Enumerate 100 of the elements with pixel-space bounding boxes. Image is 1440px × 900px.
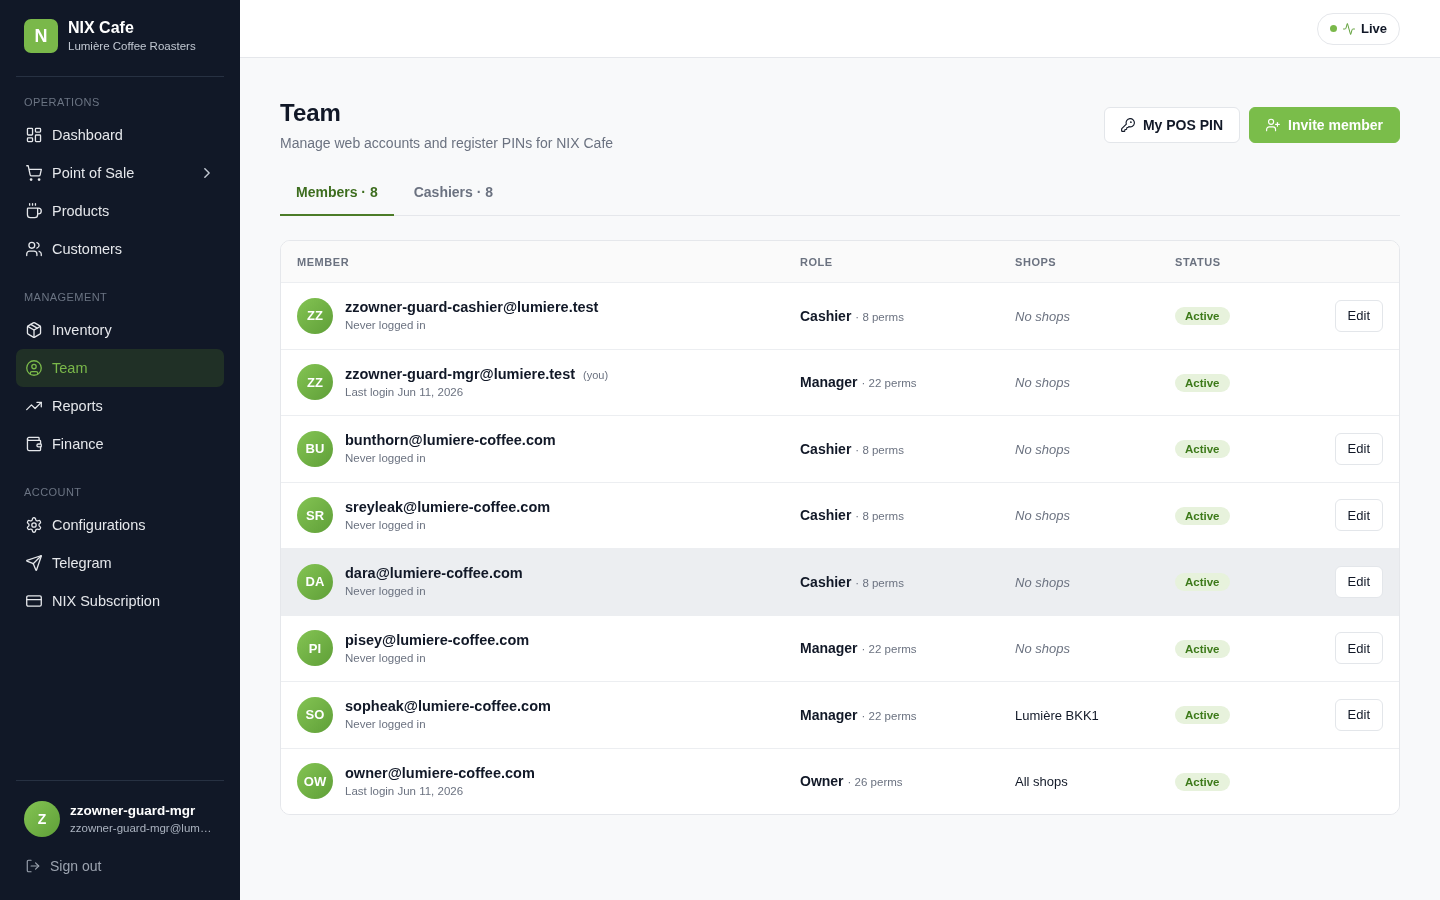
- wallet-icon: [26, 436, 42, 452]
- logo: N: [24, 19, 58, 53]
- card-icon: [26, 593, 42, 609]
- last-login: Last login Jun 11, 2026: [345, 783, 465, 799]
- nav-item[interactable]: Team: [16, 349, 224, 387]
- nav-item[interactable]: Dashboard: [16, 116, 224, 154]
- edit-button[interactable]: Edit: [1334, 698, 1383, 731]
- user-email: zzowner-guard-mgr@lum…: [70, 821, 212, 836]
- avatar: ZZ: [297, 364, 333, 401]
- member-email: zzowner-guard-cashier@lumiere.test: [345, 298, 599, 317]
- status-badge: Active: [1175, 373, 1230, 392]
- column-header: STATUS: [1175, 255, 1222, 268]
- key-icon: [1120, 118, 1135, 132]
- status-badge: Active: [1175, 440, 1230, 459]
- perm-count: · 22 perms: [861, 643, 917, 656]
- avatar: DA: [297, 563, 333, 600]
- last-login: Never logged in: [345, 584, 427, 600]
- brand-subtitle: Lumière Coffee Roasters: [68, 39, 196, 54]
- avatar: BU: [297, 430, 333, 467]
- avatar: PI: [297, 630, 333, 667]
- perm-count: · 8 perms: [855, 510, 904, 523]
- edit-button[interactable]: Edit: [1334, 432, 1383, 465]
- status-badge: Active: [1175, 573, 1230, 592]
- role-name: Cashier: [800, 573, 852, 590]
- role-name: Cashier: [800, 307, 852, 324]
- edit-button[interactable]: Edit: [1334, 565, 1383, 598]
- pin-button[interactable]: My POS PIN: [1103, 107, 1241, 143]
- role-name: Manager: [800, 374, 858, 391]
- edit-button[interactable]: Edit: [1334, 632, 1383, 665]
- shops-text: No shops: [1015, 641, 1070, 657]
- nav-item[interactable]: Telegram: [16, 544, 224, 582]
- column-header: SHOPS: [1015, 255, 1058, 268]
- member-email: sopheak@lumiere-coffee.com: [345, 697, 551, 716]
- brand-name: NIX Cafe: [68, 18, 135, 38]
- last-login: Never logged in: [345, 650, 427, 666]
- perm-count: · 22 perms: [861, 709, 917, 722]
- avatar: SO: [297, 696, 333, 733]
- page-subtitle: Manage web accounts and register PINs for NIX Cafe: [280, 134, 614, 153]
- last-login: Never logged in: [345, 318, 427, 334]
- last-login: Never logged in: [345, 717, 427, 733]
- perm-count: · 8 perms: [855, 310, 904, 323]
- page-title: Team: [280, 98, 342, 128]
- cup-icon: [26, 203, 42, 219]
- status-badge: Active: [1175, 639, 1230, 658]
- role-name: Manager: [800, 640, 858, 657]
- shops-text: No shops: [1015, 574, 1070, 590]
- you-tag: (you): [583, 368, 609, 381]
- shops-text: No shops: [1015, 508, 1070, 524]
- shops-text: No shops: [1015, 308, 1070, 324]
- column-header: ROLE: [800, 255, 834, 268]
- tab[interactable]: Members · 8: [280, 170, 394, 216]
- perm-count: · 26 perms: [847, 776, 903, 789]
- tab[interactable]: Cashiers · 8: [397, 170, 510, 216]
- nav-item[interactable]: Finance: [16, 425, 224, 463]
- live-label: Live: [1361, 21, 1387, 36]
- users-icon: [26, 241, 42, 257]
- user-circle-icon: [26, 360, 42, 376]
- status-badge: Active: [1175, 772, 1230, 791]
- perm-count: · 8 perms: [855, 576, 904, 589]
- section-label: OPERATIONS: [23, 95, 101, 109]
- member-email: bunthorn@lumiere-coffee.com: [345, 431, 556, 450]
- edit-button[interactable]: Edit: [1334, 499, 1383, 532]
- role-name: Cashier: [800, 440, 852, 457]
- role-name: Owner: [800, 773, 844, 790]
- perm-count: · 22 perms: [861, 377, 917, 390]
- role-name: Manager: [800, 706, 858, 723]
- dashboard-icon: [26, 127, 42, 143]
- user-avatar: Z: [24, 801, 60, 837]
- member-email: pisey@lumiere-coffee.com: [345, 630, 530, 649]
- column-header: MEMBER: [297, 255, 351, 268]
- section-label: MANAGEMENT: [23, 290, 109, 304]
- perm-count: · 8 perms: [855, 443, 904, 456]
- edit-button[interactable]: Edit: [1334, 299, 1383, 332]
- user-name: zzowner-guard-mgr: [70, 802, 197, 819]
- member-email: sreyleak@lumiere-coffee.com: [345, 497, 551, 516]
- nav-item[interactable]: Point of Sale: [16, 154, 224, 192]
- avatar: OW: [297, 763, 333, 800]
- paper-plane-icon: [26, 555, 42, 571]
- nav-item[interactable]: Reports: [16, 387, 224, 425]
- status-badge: Active: [1175, 506, 1230, 525]
- section-label: ACCOUNT: [23, 485, 83, 499]
- last-login: Never logged in: [345, 451, 427, 467]
- shops-text: All shops: [1015, 774, 1068, 790]
- nav-item[interactable]: Configurations: [16, 506, 224, 544]
- sign-out-link[interactable]: Sign out: [24, 856, 216, 876]
- shops-text: No shops: [1015, 375, 1070, 391]
- nav-item[interactable]: NIX Subscription: [16, 582, 224, 620]
- last-login: Last login Jun 11, 2026: [345, 384, 465, 400]
- pulse-icon: [1343, 22, 1355, 35]
- status-badge: Active: [1175, 706, 1230, 725]
- nav-item[interactable]: Inventory: [16, 311, 224, 349]
- role-name: Cashier: [800, 507, 852, 524]
- status-badge: Active: [1175, 307, 1230, 326]
- nav-item[interactable]: Customers: [16, 230, 224, 268]
- settings-icon: [26, 517, 42, 533]
- nav-item[interactable]: Products: [16, 192, 224, 230]
- avatar: ZZ: [297, 297, 333, 334]
- user-plus-icon: [1266, 118, 1281, 132]
- shops-text: No shops: [1015, 441, 1070, 457]
- last-login: Never logged in: [345, 517, 427, 533]
